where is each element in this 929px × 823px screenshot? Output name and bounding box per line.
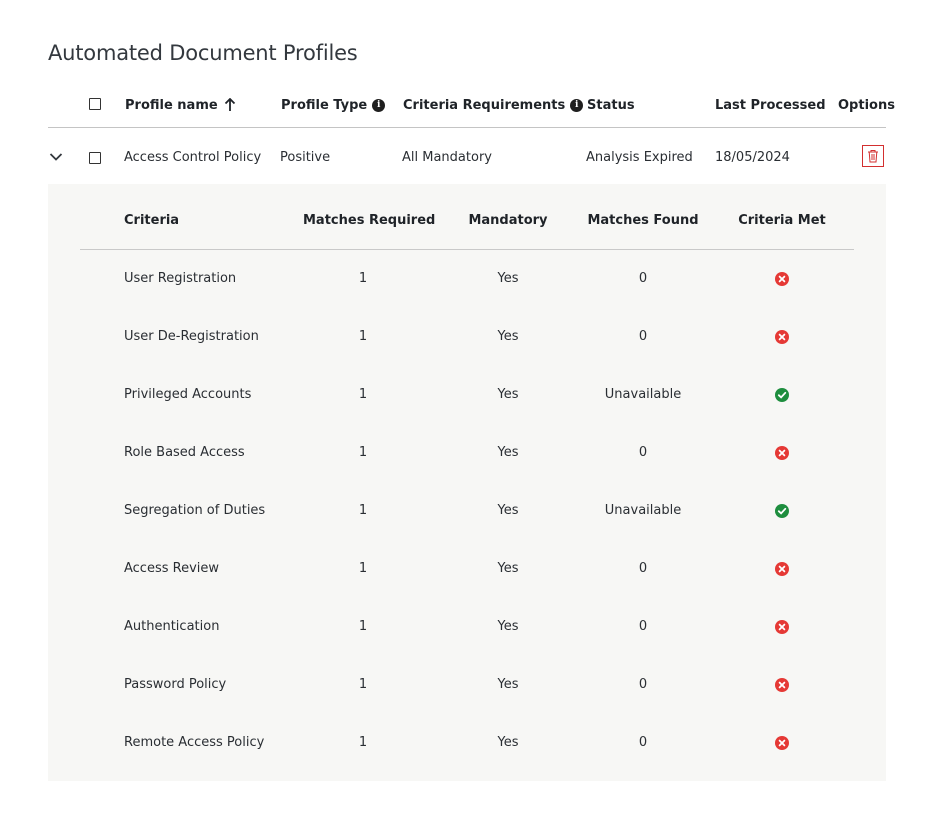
- mandatory-value: Yes: [497, 619, 519, 634]
- header-divider: [48, 127, 886, 128]
- criteria-row: Segregation of Duties 1 Yes Unavailable: [0, 482, 929, 540]
- criteria-header-matches-found: Matches Found: [587, 213, 699, 228]
- x-circle-icon: [775, 446, 789, 460]
- criteria-name: Authentication: [124, 619, 220, 634]
- matches-found: 0: [638, 619, 648, 634]
- check-circle-icon: [775, 504, 789, 518]
- criteria-name: Privileged Accounts: [124, 387, 252, 402]
- info-icon[interactable]: i: [570, 98, 584, 112]
- matches-required: 1: [358, 271, 368, 286]
- criteria-name: Role Based Access: [124, 445, 245, 460]
- header-profile-name-label: Profile name: [125, 97, 218, 113]
- select-all-checkbox[interactable]: [89, 98, 101, 110]
- criteria-row: Authentication 1 Yes 0: [0, 598, 929, 656]
- criteria-row: Role Based Access 1 Yes 0: [0, 424, 929, 482]
- criteria-name: Segregation of Duties: [124, 503, 266, 518]
- criteria-row: Privileged Accounts 1 Yes Unavailable: [0, 366, 929, 424]
- header-profile-type: Profile Type i: [281, 95, 386, 115]
- criteria-name: Remote Access Policy: [124, 735, 265, 750]
- info-icon[interactable]: i: [372, 98, 386, 112]
- header-last-processed: Last Processed: [715, 97, 826, 113]
- mandatory-value: Yes: [497, 561, 519, 576]
- criteria-name: User De-Registration: [124, 329, 259, 344]
- profile-name-cell[interactable]: Access Control Policy: [124, 150, 261, 165]
- matches-required: 1: [358, 561, 368, 576]
- criteria-name: Password Policy: [124, 677, 227, 692]
- criteria-row: User Registration 1 Yes 0: [0, 250, 929, 308]
- matches-required: 1: [358, 735, 368, 750]
- matches-required: 1: [358, 445, 368, 460]
- x-circle-icon: [775, 620, 789, 634]
- criteria-header-mandatory: Mandatory: [468, 213, 548, 228]
- chevron-down-icon[interactable]: [49, 152, 63, 162]
- matches-required: 1: [358, 329, 368, 344]
- row-checkbox[interactable]: [89, 152, 101, 164]
- matches-found: Unavailable: [604, 387, 682, 402]
- x-circle-icon: [775, 272, 789, 286]
- matches-found: 0: [638, 677, 648, 692]
- header-profile-type-label: Profile Type: [281, 97, 368, 113]
- mandatory-value: Yes: [497, 735, 519, 750]
- criteria-row: Access Review 1 Yes 0: [0, 540, 929, 598]
- header-profile-name[interactable]: Profile name: [125, 95, 236, 115]
- profile-type-cell: Positive: [280, 150, 331, 165]
- last-processed-cell: 18/05/2024: [715, 150, 790, 165]
- matches-required: 1: [358, 677, 368, 692]
- mandatory-value: Yes: [497, 503, 519, 518]
- mandatory-value: Yes: [497, 677, 519, 692]
- header-criteria-requirements-label: Criteria Requirements: [403, 97, 566, 113]
- status-cell: Analysis Expired: [586, 150, 693, 165]
- criteria-row: User De-Registration 1 Yes 0: [0, 308, 929, 366]
- criteria-header-matches-required: Matches Required: [303, 213, 436, 228]
- x-circle-icon: [775, 562, 789, 576]
- header-criteria-requirements: Criteria Requirements i: [403, 95, 584, 115]
- x-circle-icon: [775, 678, 789, 692]
- header-status: Status: [587, 97, 635, 113]
- criteria-requirements-cell: All Mandatory: [402, 150, 492, 165]
- matches-found: 0: [638, 271, 648, 286]
- matches-found: 0: [638, 445, 648, 460]
- matches-required: 1: [358, 619, 368, 634]
- criteria-row: Remote Access Policy 1 Yes 0: [0, 714, 929, 772]
- matches-required: 1: [358, 387, 368, 402]
- x-circle-icon: [775, 330, 789, 344]
- criteria-header-criteria: Criteria: [124, 213, 180, 228]
- x-circle-icon: [775, 736, 789, 750]
- matches-found: 0: [638, 329, 648, 344]
- mandatory-value: Yes: [497, 329, 519, 344]
- delete-button[interactable]: [862, 145, 884, 167]
- mandatory-value: Yes: [497, 445, 519, 460]
- header-options: Options: [838, 97, 895, 113]
- criteria-header-criteria-met: Criteria Met: [738, 213, 826, 228]
- criteria-row: Password Policy 1 Yes 0: [0, 656, 929, 714]
- mandatory-value: Yes: [497, 387, 519, 402]
- mandatory-value: Yes: [497, 271, 519, 286]
- page-title: Automated Document Profiles: [48, 41, 358, 65]
- arrow-up-icon[interactable]: [224, 98, 236, 112]
- matches-required: 1: [358, 503, 368, 518]
- criteria-name: User Registration: [124, 271, 237, 286]
- criteria-name: Access Review: [124, 561, 220, 576]
- matches-found: 0: [638, 735, 648, 750]
- check-circle-icon: [775, 388, 789, 402]
- matches-found: 0: [638, 561, 648, 576]
- matches-found: Unavailable: [604, 503, 682, 518]
- trash-icon: [868, 150, 878, 163]
